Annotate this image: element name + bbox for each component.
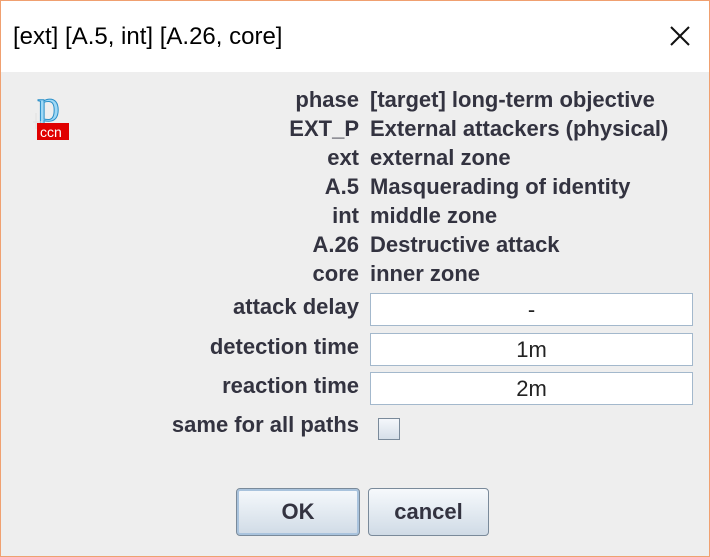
detection-time-label: detection time — [209, 334, 359, 359]
cancel-button[interactable]: cancel — [368, 488, 489, 536]
dialog-window: [ext] [A.5, int] [A.26, core] p ccn phas… — [0, 0, 710, 557]
info-value: [target] long-term objective — [370, 87, 655, 112]
same-for-all-paths-label: same for all paths — [171, 412, 359, 437]
close-icon — [670, 26, 690, 46]
reaction-time-row: reaction time 2m — [1, 369, 709, 405]
info-value: Destructive attack — [370, 232, 560, 257]
info-value: external zone — [370, 145, 511, 170]
info-row-phase: phase [target] long-term objective — [1, 87, 709, 115]
attack-delay-field[interactable]: - — [370, 293, 693, 326]
info-value: Masquerading of identity — [370, 174, 631, 199]
info-label: int — [332, 203, 359, 228]
attack-delay-label: attack delay — [233, 294, 359, 319]
info-label: ext — [327, 145, 359, 170]
info-value: middle zone — [370, 203, 498, 228]
info-label: A.5 — [324, 174, 359, 199]
same-for-all-paths-row: same for all paths — [1, 410, 709, 444]
info-row-a26: A.26 Destructive attack — [1, 232, 709, 260]
info-row-ext: ext external zone — [1, 145, 709, 173]
attack-delay-row: attack delay - — [1, 290, 709, 326]
info-value: inner zone — [370, 261, 481, 286]
detection-time-row: detection time 1m — [1, 330, 709, 366]
same-for-all-paths-checkbox[interactable] — [378, 418, 400, 440]
info-value: External attackers (physical) — [370, 116, 669, 141]
title-bar: [ext] [A.5, int] [A.26, core] — [1, 1, 709, 72]
info-row-core: core inner zone — [1, 261, 709, 289]
info-label: phase — [295, 87, 359, 112]
ok-button[interactable]: OK — [236, 488, 360, 536]
info-label: EXT_P — [289, 116, 359, 141]
window-title: [ext] [A.5, int] [A.26, core] — [13, 23, 283, 50]
dialog-content: p ccn phase [target] long-term objective… — [1, 72, 709, 556]
reaction-time-field[interactable]: 2m — [370, 372, 693, 405]
info-row-int: int middle zone — [1, 203, 709, 231]
detection-time-field[interactable]: 1m — [370, 333, 693, 366]
reaction-time-label: reaction time — [222, 373, 359, 398]
info-row-a5: A.5 Masquerading of identity — [1, 174, 709, 202]
info-label: A.26 — [312, 232, 359, 257]
info-label: core — [312, 261, 359, 286]
close-button[interactable] — [665, 19, 695, 53]
info-row-ext-p: EXT_P External attackers (physical) — [1, 116, 709, 144]
